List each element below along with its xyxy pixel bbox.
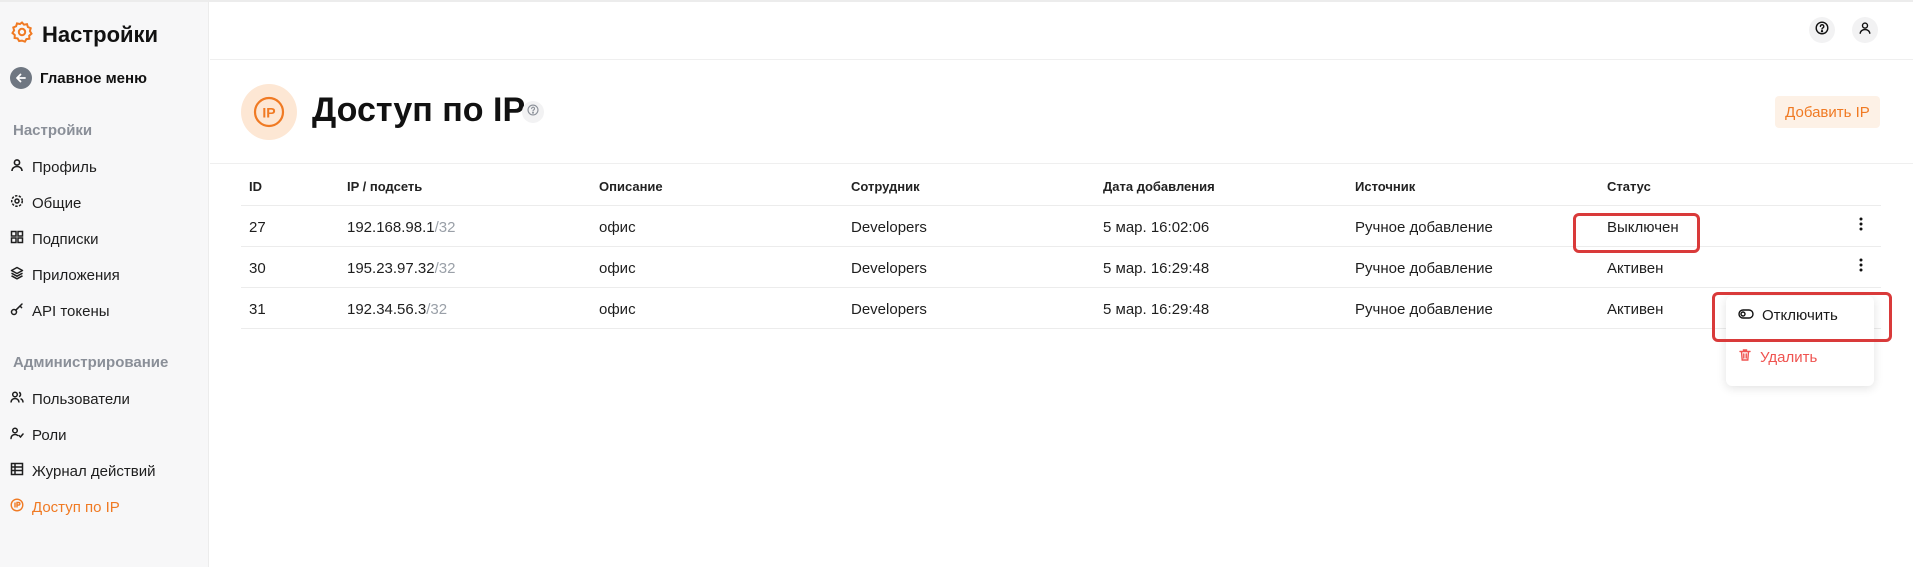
sidebar-item-profile[interactable]: Профиль bbox=[10, 158, 97, 176]
sidebar: Настройки Главное меню Настройки Профиль… bbox=[0, 2, 209, 567]
row-actions-button[interactable] bbox=[1851, 215, 1871, 237]
sidebar-item-label: Журнал действий bbox=[32, 462, 156, 480]
cell-employee: Developers bbox=[851, 219, 927, 236]
back-label: Главное меню bbox=[40, 69, 147, 87]
page-ip-icon: IP bbox=[241, 84, 297, 140]
app-title: Настройки bbox=[10, 20, 158, 49]
sidebar-item-label: Профиль bbox=[32, 158, 97, 176]
ip-icon bbox=[10, 498, 24, 516]
sidebar-item-label: Приложения bbox=[32, 266, 120, 284]
section-settings-title: Настройки bbox=[13, 122, 93, 139]
cell-employee: Developers bbox=[851, 301, 927, 318]
cell-ip: 192.168.98.1/32 bbox=[347, 219, 455, 236]
trash-icon bbox=[1738, 348, 1752, 366]
key-icon bbox=[10, 302, 24, 320]
column-header-employee: Сотрудник bbox=[851, 179, 920, 194]
more-vertical-icon bbox=[1859, 217, 1863, 236]
sidebar-item-label: Доступ по IP bbox=[32, 498, 120, 516]
column-header-date: Дата добавления bbox=[1103, 179, 1215, 194]
sidebar-item-users[interactable]: Пользователи bbox=[10, 390, 130, 408]
table-row: 31 192.34.56.3/32 офис Developers 5 мар.… bbox=[241, 288, 1881, 329]
page-title: Доступ по IP bbox=[312, 91, 526, 129]
ip-mask: /32 bbox=[434, 219, 456, 236]
sidebar-item-roles[interactable]: Роли bbox=[10, 426, 67, 444]
sidebar-item-label: Пользователи bbox=[32, 390, 130, 408]
profile-icon bbox=[1858, 21, 1872, 40]
cell-source: Ручное добавление bbox=[1355, 301, 1493, 318]
gear-icon bbox=[10, 20, 34, 49]
cell-status: Активен bbox=[1607, 260, 1664, 277]
sidebar-item-general[interactable]: Общие bbox=[10, 194, 81, 212]
help-icon bbox=[527, 103, 539, 121]
column-header-ip: IP / подсеть bbox=[347, 179, 423, 194]
cell-ip: 195.23.97.32/32 bbox=[347, 260, 455, 277]
sidebar-item-api-tokens[interactable]: API токены bbox=[10, 302, 110, 320]
cell-source: Ручное добавление bbox=[1355, 260, 1493, 277]
column-header-id: ID bbox=[249, 179, 262, 194]
cell-employee: Developers bbox=[851, 260, 927, 277]
cell-date: 5 мар. 16:29:48 bbox=[1103, 260, 1210, 277]
column-header-description: Описание bbox=[599, 179, 663, 194]
journal-icon bbox=[10, 462, 24, 480]
user-check-icon bbox=[10, 426, 24, 444]
gear-icon bbox=[10, 194, 24, 212]
svg-text:IP: IP bbox=[262, 105, 275, 121]
user-icon bbox=[10, 158, 24, 176]
arrow-left-icon bbox=[10, 67, 32, 89]
more-vertical-icon bbox=[1859, 258, 1863, 277]
top-header bbox=[210, 2, 1913, 60]
table-row: 30 195.23.97.32/32 офис Developers 5 мар… bbox=[241, 247, 1881, 288]
cell-status: Активен bbox=[1607, 301, 1664, 318]
sidebar-item-label: Общие bbox=[32, 194, 82, 212]
cell-description: офис bbox=[599, 219, 636, 236]
grid-icon bbox=[10, 230, 24, 248]
sidebar-item-audit-log[interactable]: Журнал действий bbox=[10, 462, 155, 480]
disable-highlight-box bbox=[1712, 292, 1892, 342]
help-icon bbox=[1815, 20, 1829, 40]
sidebar-item-label: Роли bbox=[32, 426, 67, 444]
profile-button[interactable] bbox=[1852, 17, 1878, 43]
column-header-source: Источник bbox=[1355, 179, 1416, 194]
back-to-main-menu[interactable]: Главное меню bbox=[10, 67, 147, 89]
ip-mask: /32 bbox=[434, 260, 456, 277]
sidebar-item-subscriptions[interactable]: Подписки bbox=[10, 230, 99, 248]
row-actions-button[interactable] bbox=[1851, 256, 1871, 278]
cell-date: 5 мар. 16:29:48 bbox=[1103, 301, 1210, 318]
sidebar-item-apps[interactable]: Приложения bbox=[10, 266, 120, 284]
users-icon bbox=[10, 390, 24, 408]
table-header: ID IP / подсеть Описание Сотрудник Дата … bbox=[241, 170, 1881, 206]
layers-icon bbox=[10, 266, 24, 284]
ip-address: 195.23.97.32 bbox=[347, 260, 435, 277]
app-title-text: Настройки bbox=[42, 21, 159, 47]
ip-mask: /32 bbox=[426, 301, 448, 318]
cell-ip: 192.34.56.3/32 bbox=[347, 301, 447, 318]
ip-address: 192.168.98.1 bbox=[347, 219, 435, 236]
cell-source: Ручное добавление bbox=[1355, 219, 1493, 236]
cell-id: 27 bbox=[249, 219, 266, 236]
cell-description: офис bbox=[599, 260, 636, 277]
delete-menu-item[interactable]: Удалить bbox=[1738, 348, 1817, 366]
status-highlight-box bbox=[1573, 213, 1700, 253]
page-help-button[interactable] bbox=[522, 101, 544, 123]
sidebar-item-ip-access[interactable]: Доступ по IP bbox=[10, 498, 120, 516]
sidebar-item-label: Подписки bbox=[32, 230, 99, 248]
help-button[interactable] bbox=[1809, 17, 1835, 43]
cell-date: 5 мар. 16:02:06 bbox=[1103, 219, 1210, 236]
sidebar-item-label: API токены bbox=[32, 302, 110, 320]
delete-label: Удалить bbox=[1760, 348, 1818, 366]
ip-address: 192.34.56.3 bbox=[347, 301, 427, 318]
cell-id: 30 bbox=[249, 260, 266, 277]
divider bbox=[210, 163, 1913, 164]
add-ip-button[interactable]: Добавить IP bbox=[1775, 96, 1880, 128]
cell-description: офис bbox=[599, 301, 636, 318]
section-admin-title: Администрирование bbox=[13, 354, 169, 371]
column-header-status: Статус bbox=[1607, 179, 1651, 194]
cell-id: 31 bbox=[249, 301, 266, 318]
